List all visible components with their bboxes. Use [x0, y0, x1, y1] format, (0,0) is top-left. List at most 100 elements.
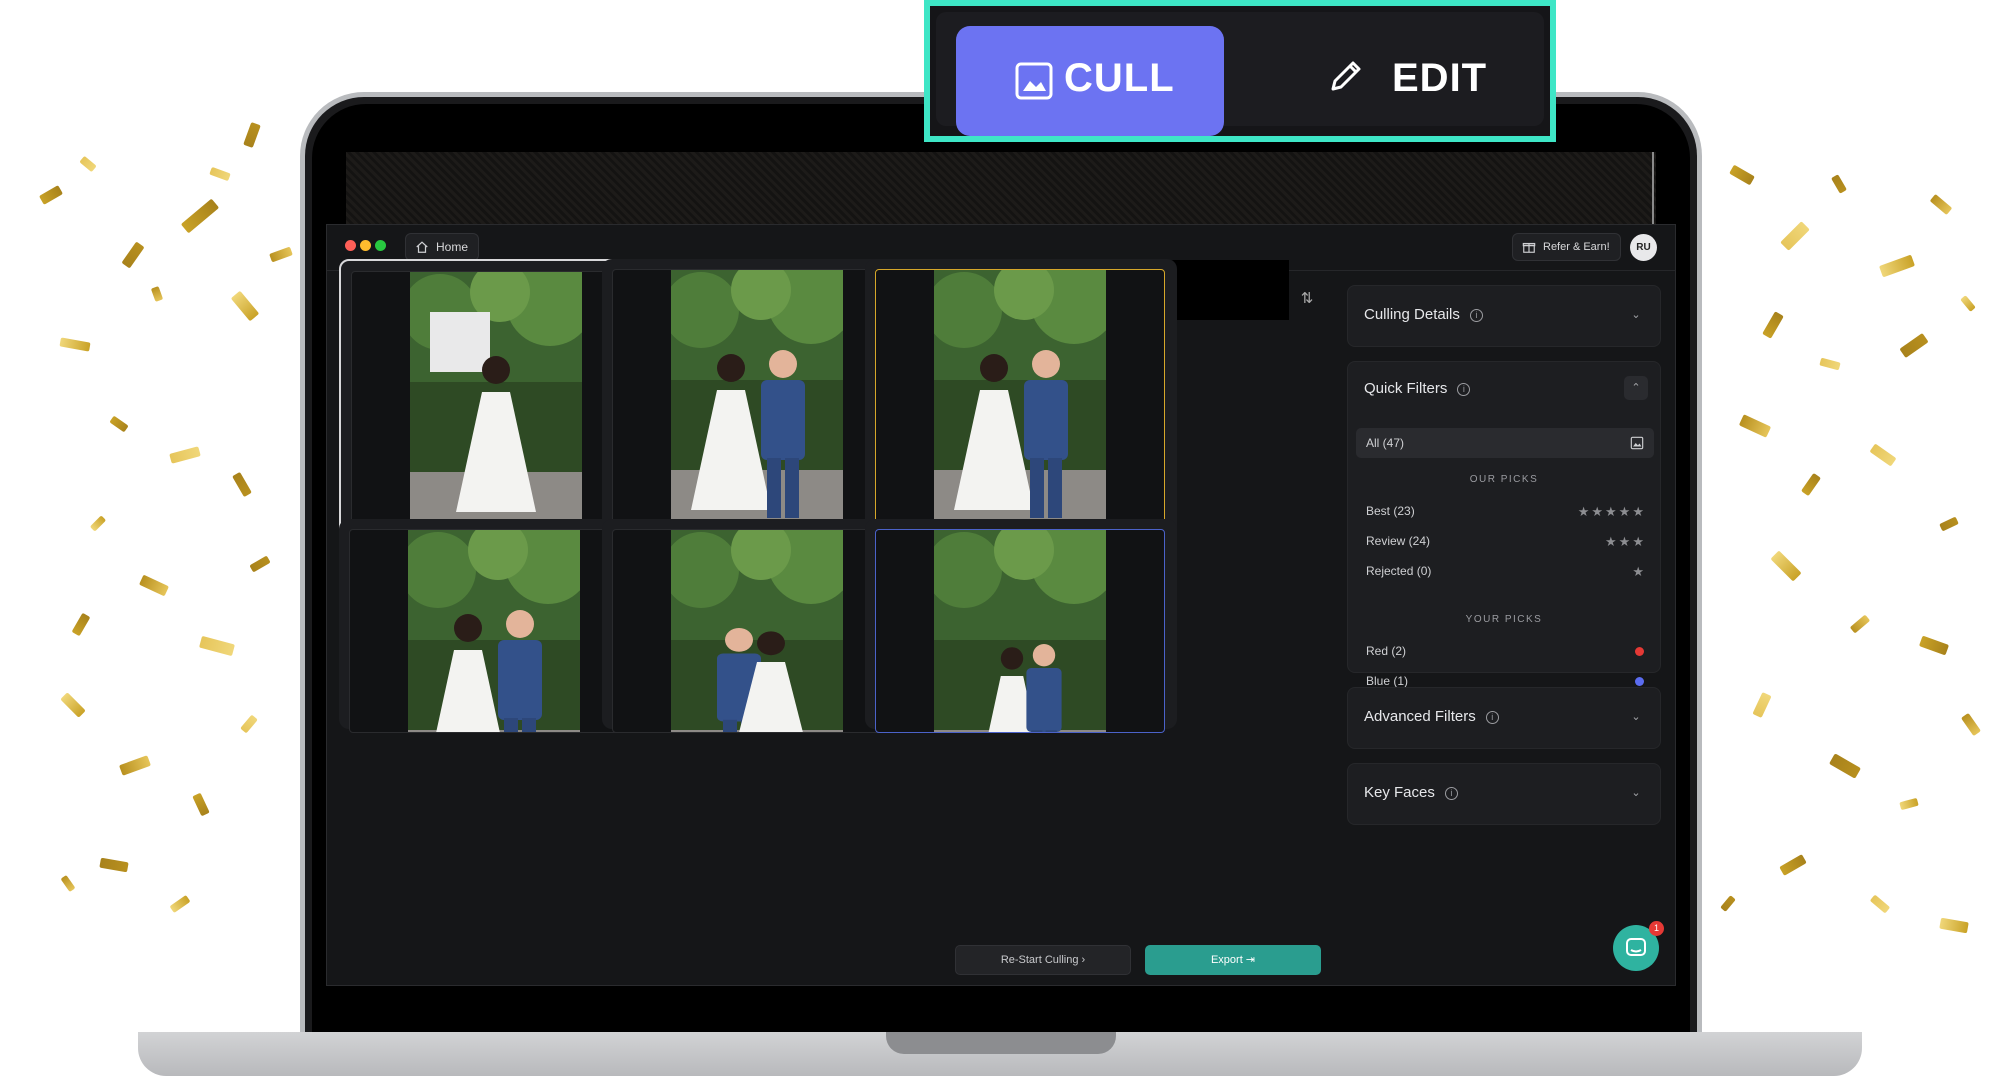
restart-culling-button[interactable]: Re-Start Culling ›: [955, 945, 1131, 975]
info-icon[interactable]: i: [1469, 309, 1483, 322]
confetti-piece: [180, 198, 220, 234]
refer-label: Refer & Earn!: [1543, 241, 1610, 253]
photo-card[interactable]: [865, 519, 1177, 733]
info-icon[interactable]: i: [1457, 383, 1471, 396]
confetti-piece: [169, 446, 201, 464]
confetti-piece: [121, 241, 145, 269]
edit-mode-button[interactable]: EDIT: [1316, 42, 1546, 122]
confetti-piece: [1831, 174, 1847, 194]
confetti-piece: [1729, 164, 1755, 186]
confetti-piece: [1869, 443, 1897, 467]
confetti-piece: [1878, 254, 1916, 278]
confetti-piece: [199, 635, 235, 657]
advanced-filters-title: Advanced Filters: [1364, 708, 1476, 725]
pencil-icon: [1331, 61, 1361, 91]
cull-label: CULL: [1064, 56, 1175, 100]
confetti-piece: [1918, 635, 1950, 656]
filter-row[interactable]: Review (24) ★★★: [1366, 534, 1646, 549]
wedding-photo: [410, 272, 582, 528]
confetti-piece: [60, 692, 86, 718]
refer-earn-button[interactable]: Refer & Earn!: [1512, 233, 1621, 261]
confetti-piece: [38, 185, 64, 205]
star-icon: ★★★: [1605, 534, 1646, 549]
close-window-dot[interactable]: [345, 240, 356, 251]
cull-mode-button[interactable]: CULL: [956, 26, 1224, 136]
home-icon: [416, 241, 428, 253]
confetti-piece: [150, 286, 164, 302]
filter-row[interactable]: Blue (1): [1366, 674, 1646, 688]
filter-label: Review (24): [1366, 534, 1431, 548]
gift-icon: [1522, 242, 1536, 253]
confetti-piece: [209, 166, 231, 182]
stage: Home Refer & Earn! RU ⇅ Re-Start Culling…: [0, 0, 2000, 1080]
chevron-down-icon[interactable]: ⌄: [1624, 705, 1648, 729]
wedding-photo: [671, 530, 843, 732]
key-faces-panel[interactable]: Key Faces i ⌄: [1347, 763, 1661, 825]
culling-details-title: Culling Details: [1364, 306, 1460, 323]
your-picks-heading: YOUR PICKS: [1465, 614, 1543, 625]
confetti-piece: [119, 755, 151, 776]
quick-filters-title: Quick Filters: [1364, 380, 1448, 397]
confetti-piece: [192, 792, 210, 817]
chevron-down-icon[interactable]: ⌄: [1624, 781, 1648, 805]
confetti-piece: [1780, 221, 1810, 251]
info-icon[interactable]: i: [1444, 787, 1458, 800]
star-icon: ★★★★★: [1577, 504, 1646, 519]
filter-all[interactable]: All (47): [1356, 428, 1654, 458]
confetti-piece: [1770, 550, 1802, 582]
mode-switcher-inner: CULL EDIT: [936, 12, 1546, 136]
confetti-piece: [60, 874, 76, 893]
confetti-piece: [99, 857, 129, 873]
laptop-notch: [886, 1032, 1116, 1054]
filter-row[interactable]: Red (2): [1366, 644, 1646, 658]
confetti-piece: [1869, 894, 1891, 914]
advanced-filters-panel[interactable]: Advanced Filters i ⌄: [1347, 687, 1661, 749]
confetti-piece: [1960, 295, 1976, 312]
confetti-piece: [138, 574, 170, 597]
wedding-photo: [671, 270, 843, 526]
home-button[interactable]: Home: [405, 233, 480, 261]
confetti-piece: [1779, 854, 1807, 876]
confetti-piece: [1801, 472, 1821, 497]
texture-band: [346, 152, 1656, 224]
confetti-piece: [1738, 414, 1772, 438]
mode-switcher: CULL EDIT: [924, 0, 1556, 142]
sort-icon: ⇅: [1300, 290, 1314, 307]
confetti-piece: [1752, 692, 1772, 718]
minimize-window-dot[interactable]: [360, 240, 371, 251]
user-avatar[interactable]: RU: [1630, 234, 1657, 261]
color-dot-icon: [1635, 647, 1644, 656]
filter-label: Red (2): [1366, 644, 1407, 658]
filter-row[interactable]: Best (23) ★★★★★: [1366, 504, 1646, 519]
chevron-down-icon[interactable]: ⌄: [1624, 303, 1648, 327]
image-icon: [1630, 436, 1644, 450]
confetti-piece: [230, 290, 260, 322]
confetti-piece: [1939, 917, 1969, 934]
maximize-window-dot[interactable]: [375, 240, 386, 251]
confetti-piece: [232, 471, 252, 498]
confetti-piece: [169, 894, 191, 914]
export-button[interactable]: Export ⇥: [1145, 945, 1321, 975]
confetti-piece: [1961, 712, 1981, 737]
home-label: Home: [436, 240, 469, 254]
sort-button[interactable]: ⇅: [1295, 287, 1319, 311]
info-icon[interactable]: i: [1485, 711, 1499, 724]
confetti-piece: [249, 555, 271, 573]
filter-label: Best (23): [1366, 504, 1415, 518]
photo-frame: [351, 271, 641, 529]
photo-frame: [612, 529, 902, 733]
filter-row[interactable]: Rejected (0) ★: [1366, 564, 1646, 579]
texture-line: [1652, 152, 1654, 224]
culling-details-panel[interactable]: Culling Details i ⌄: [1347, 285, 1661, 347]
confetti-piece: [1929, 193, 1953, 216]
confetti-piece: [1899, 797, 1919, 811]
chevron-up-icon[interactable]: ⌃: [1624, 376, 1648, 400]
confetti-piece: [1762, 311, 1784, 339]
confetti-piece: [1819, 357, 1841, 371]
our-picks-heading: OUR PICKS: [1469, 474, 1539, 485]
confetti-piece: [1939, 516, 1959, 532]
confetti-piece: [79, 155, 97, 173]
confetti-piece: [109, 415, 129, 433]
wedding-photo: [934, 270, 1106, 526]
confetti-piece: [89, 515, 107, 532]
